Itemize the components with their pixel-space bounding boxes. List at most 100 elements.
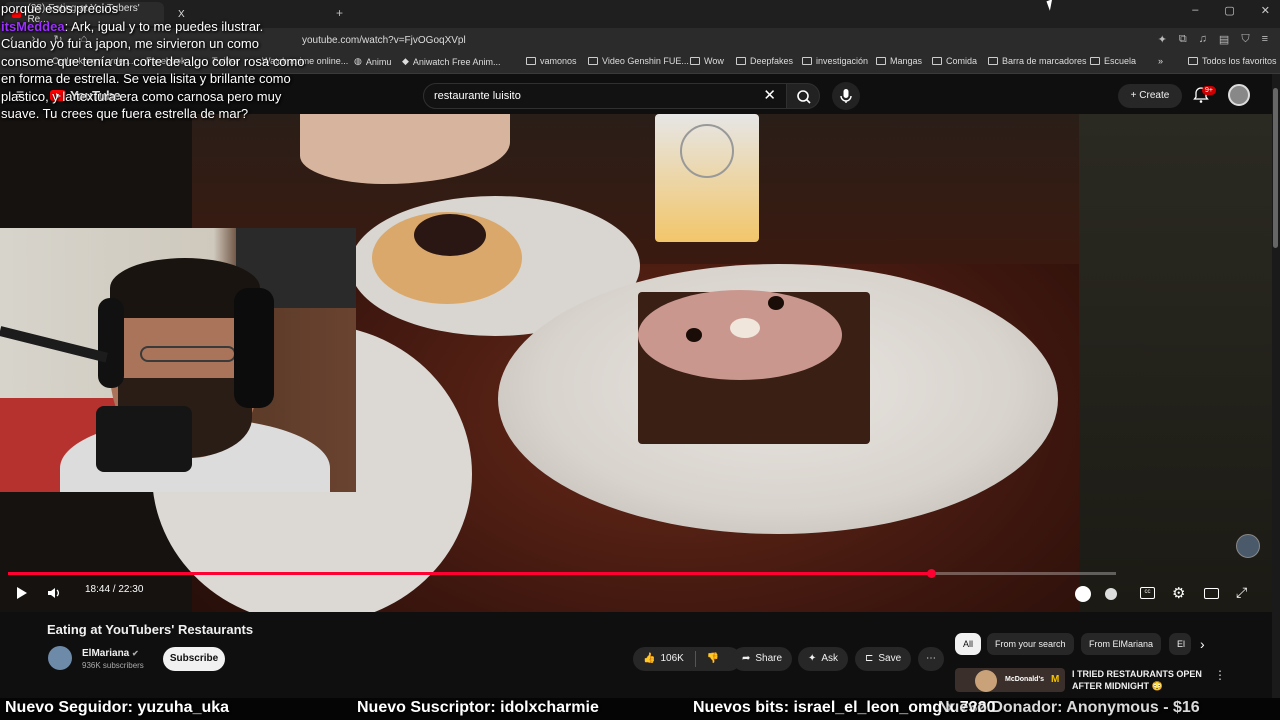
chip-from-channel[interactable]: From ElMariana	[1081, 633, 1162, 655]
ask-button[interactable]: ✦ Ask	[798, 647, 849, 671]
bookmark-item[interactable]: ◆ Aniwatch Free Anim...	[402, 56, 500, 67]
notification-badge: 9+	[1202, 86, 1216, 95]
chip-all[interactable]: All	[955, 633, 982, 655]
bookmark-folder[interactable]: Comida	[932, 56, 977, 66]
voice-search-button[interactable]	[832, 82, 860, 110]
captions-icon[interactable]: cc	[1140, 587, 1155, 599]
url-field[interactable]: youtube.com/watch?v=FjvOGoqXVpl	[292, 32, 1012, 50]
channel-avatar[interactable]	[48, 646, 72, 670]
aniwatch-icon: ◆	[402, 56, 409, 66]
folder-icon	[526, 57, 536, 65]
folder-icon	[1090, 57, 1100, 65]
folder-icon	[988, 57, 998, 65]
folder-icon	[876, 57, 886, 65]
miniplayer-icon[interactable]	[1204, 588, 1219, 599]
scrollbar-thumb[interactable]	[1273, 88, 1278, 248]
autoplay-toggle-icon[interactable]	[1105, 588, 1117, 600]
like-button[interactable]: 👍 106K	[643, 647, 684, 671]
bookmark-folder[interactable]: Deepfakes	[736, 56, 793, 66]
search-input[interactable]: restaurante luisito ✕	[423, 83, 787, 109]
recommendation-title[interactable]: I TRIED RESTAURANTS OPEN AFTER MIDNIGHT …	[1072, 668, 1202, 692]
settings-gear-icon[interactable]: ⚙	[1172, 584, 1185, 602]
chat-message: porque esos precios	[1, 1, 119, 16]
maximize-icon[interactable]: ▢	[1224, 4, 1234, 17]
chevron-right-icon[interactable]: »	[1158, 56, 1163, 66]
bookmark-folder[interactable]: vamonos	[526, 56, 577, 66]
video-scene-jar-logo	[680, 124, 734, 178]
extension-icon[interactable]: ✦	[1158, 33, 1167, 46]
account-avatar[interactable]	[1228, 84, 1250, 106]
more-dots-icon: ⋯	[926, 653, 936, 664]
clear-search-icon[interactable]: ✕	[763, 84, 776, 108]
stream-alerts-ticker: Nuevo Seguidor: yuzuha_uka Nuevo Suscrip…	[0, 698, 1280, 720]
chip-more[interactable]: El	[1169, 633, 1191, 655]
globe-icon: ◍	[354, 56, 362, 66]
folder-icon	[588, 57, 598, 65]
progress-bar-played	[8, 572, 931, 575]
play-icon[interactable]	[14, 586, 30, 600]
subscriber-count: 936K subscribers	[82, 661, 144, 670]
sponsorblock-icon[interactable]	[1075, 586, 1091, 602]
time-display: 18:44 / 22:30	[85, 584, 144, 595]
minimize-icon[interactable]: –	[1192, 4, 1198, 17]
bookmark-folder[interactable]: Todos los favoritos	[1188, 56, 1277, 66]
more-actions-button[interactable]: ⋯	[918, 647, 944, 671]
folder-icon	[736, 57, 746, 65]
browser-toolbar: ✦ ⧉ ♫ ▤ ⛉ ≡	[1158, 33, 1268, 46]
more-vert-icon[interactable]: ⋮	[1214, 668, 1226, 682]
thumbnail-text: McDonald's	[1005, 676, 1045, 683]
window-controls: – ▢ ✕	[1192, 4, 1270, 17]
webcam-glasses	[140, 346, 236, 362]
shield-icon[interactable]: ⛉	[1241, 33, 1249, 46]
thumbnail-face	[975, 670, 997, 692]
like-dislike-group: 👍 106K 👎	[633, 647, 741, 671]
video-scene-bear-nose	[730, 318, 760, 338]
divider	[694, 651, 696, 667]
sparkle-icon: ✦	[808, 653, 817, 664]
bookmark-folder[interactable]: Wow	[690, 56, 724, 66]
menu-icon[interactable]: ≡	[1262, 33, 1268, 46]
share-button[interactable]: ➦ Share	[732, 647, 793, 671]
share-icon: ➦	[742, 653, 751, 664]
bookmark-folder[interactable]: Escuela	[1090, 56, 1136, 66]
bookmark-item[interactable]: ◍ Animu	[354, 56, 391, 67]
bookmark-folder[interactable]: Barra de marcadores	[988, 56, 1087, 66]
save-button[interactable]: ⊏ Save	[855, 647, 912, 671]
create-button[interactable]: + Create	[1118, 84, 1182, 108]
bookmark-icon: ⊏	[865, 653, 874, 664]
folder-icon	[802, 57, 812, 65]
close-window-icon[interactable]: ✕	[1261, 4, 1270, 17]
channel-name[interactable]: ElMariana ✔	[82, 648, 139, 659]
streamer-webcam	[0, 228, 356, 492]
ticker-donor: Nuevo Donador: Anonymous - $16	[938, 699, 1200, 716]
dislike-button[interactable]: 👎	[707, 647, 719, 671]
video-scene-bear-eye	[768, 296, 784, 310]
bookmark-folder[interactable]: Video Genshin FUE...	[588, 56, 689, 66]
chip-from-search[interactable]: From your search	[987, 633, 1074, 655]
bookmark-folder[interactable]: Mangas	[876, 56, 922, 66]
fullscreen-icon[interactable]: ⤢	[1236, 584, 1247, 601]
channel-watermark[interactable]	[1236, 534, 1260, 558]
progress-bar[interactable]	[8, 572, 1116, 575]
verified-icon: ✔	[132, 649, 139, 658]
webcam-microphone	[96, 406, 192, 472]
music-icon[interactable]: ♫	[1199, 33, 1207, 46]
recommendation-thumbnail[interactable]: McDonald's M	[955, 668, 1065, 692]
video-scene-bear-eye	[686, 328, 702, 342]
chat-username: itsMeddea	[1, 18, 65, 34]
puzzle-icon[interactable]: ⧉	[1179, 33, 1187, 46]
subscribe-button[interactable]: Subscribe	[163, 647, 225, 671]
search-button[interactable]	[786, 83, 820, 109]
volume-icon[interactable]	[46, 586, 62, 600]
webcam-headset	[98, 298, 124, 388]
bookmark-folder[interactable]: investigación	[802, 56, 868, 66]
ticker-subscriber: Nuevo Suscriptor: idolxcharmie	[357, 699, 599, 716]
folder-icon	[932, 57, 942, 65]
video-scene-cookie-topping	[414, 214, 486, 256]
new-tab-icon[interactable]: +	[336, 6, 343, 20]
video-title: Eating at YouTubers' Restaurants	[47, 622, 254, 637]
chevron-right-icon[interactable]: ›	[1200, 636, 1205, 652]
ticker-follower: Nuevo Seguidor: yuzuha_uka	[5, 699, 230, 716]
sidebar-icon[interactable]: ▤	[1219, 33, 1229, 46]
progress-scrubber[interactable]	[926, 569, 936, 578]
